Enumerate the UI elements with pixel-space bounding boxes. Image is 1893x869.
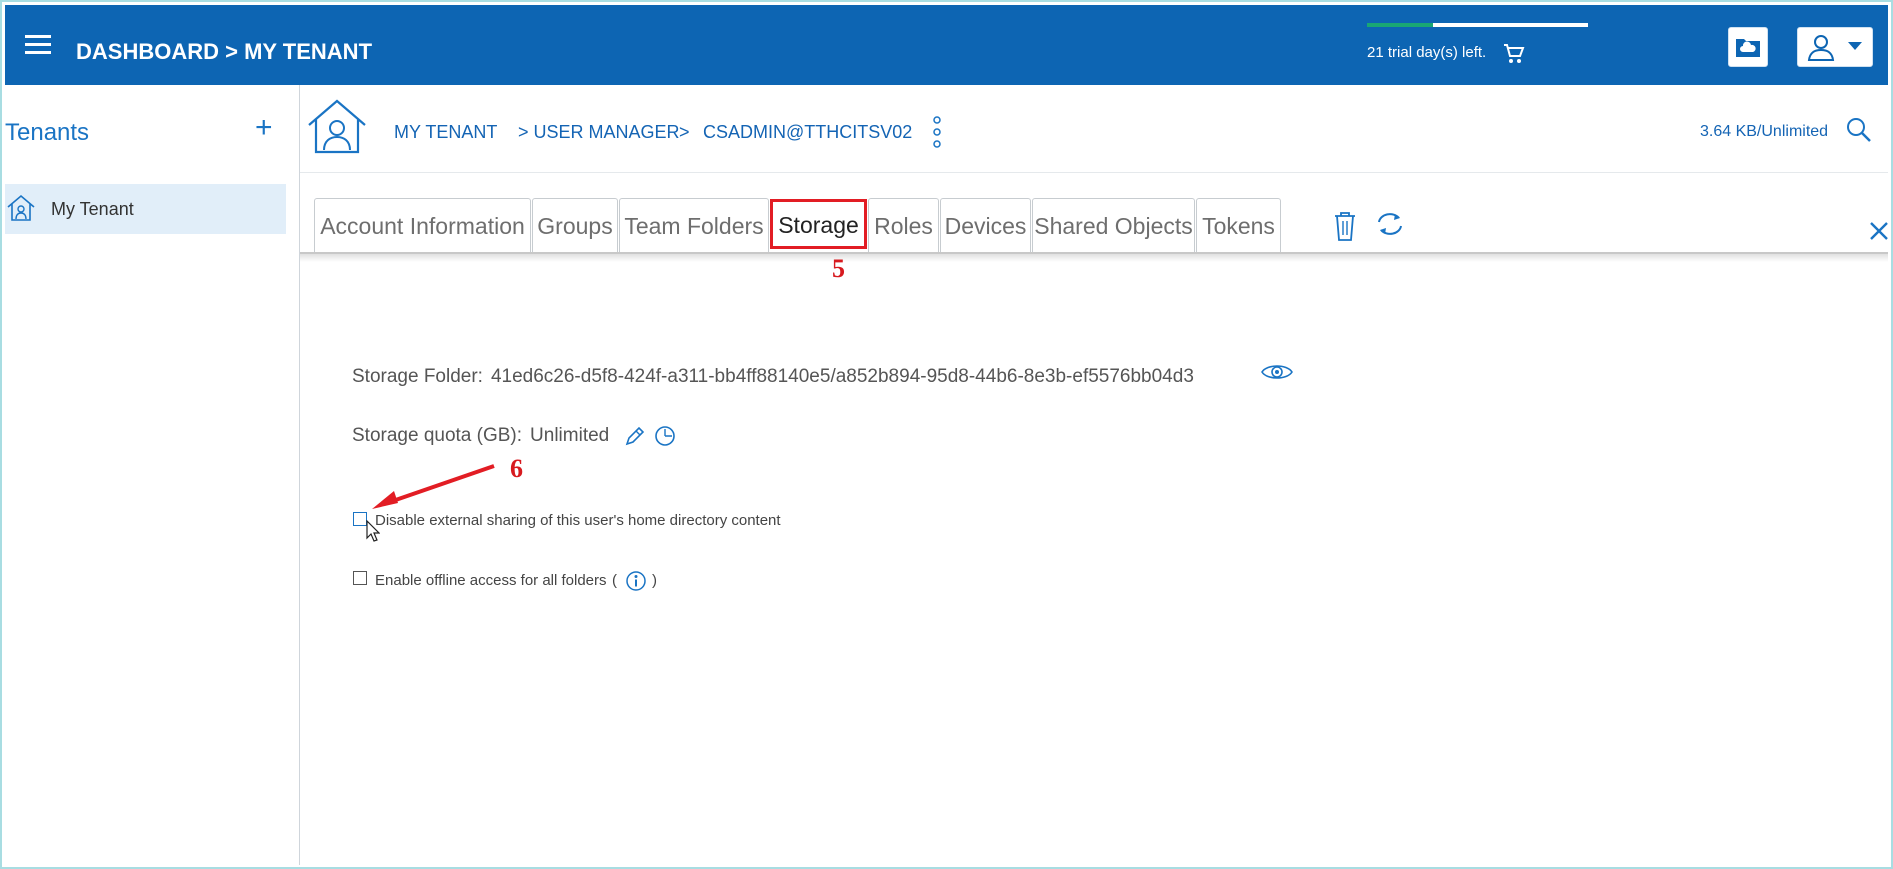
trial-progress-bar <box>1367 23 1588 27</box>
offline-paren-close: ) <box>652 572 657 589</box>
trial-days-text: 21 trial day(s) left. <box>1367 44 1487 61</box>
user-home-icon <box>308 99 366 154</box>
menu-icon[interactable] <box>25 35 51 57</box>
storage-folder-label: Storage Folder: <box>352 366 483 387</box>
top-breadcrumb: DASHBOARD > MY TENANT <box>76 39 373 64</box>
user-menu-button[interactable] <box>1797 27 1873 67</box>
tab-account-information[interactable]: Account Information <box>314 198 531 252</box>
annotation-step-6: 6 <box>510 454 523 483</box>
cart-icon[interactable] <box>1502 42 1526 66</box>
search-icon[interactable] <box>1846 117 1872 143</box>
annotation-arrow <box>372 464 495 509</box>
quota-usage-text: 3.64 KB/Unlimited <box>1700 123 1829 140</box>
eye-icon[interactable] <box>1261 361 1293 383</box>
close-icon[interactable] <box>1868 220 1890 242</box>
refresh-icon[interactable] <box>1374 210 1406 238</box>
tab-team-folders[interactable]: Team Folders <box>619 198 769 252</box>
storage-quota-row: Storage quota (GB): Unlimited <box>352 425 609 447</box>
offline-access-label[interactable]: Enable offline access for all folders <box>375 572 607 589</box>
cloud-folder-icon <box>1736 39 1760 57</box>
storage-folder-value: 41ed6c26-d5f8-424f-a311-bb4ff88140e5/a85… <box>490 366 1194 387</box>
cloud-folder-button[interactable] <box>1728 27 1768 67</box>
sidebar: Tenants + My Tenant <box>5 85 300 865</box>
crumb-separator: > <box>679 122 690 142</box>
caret-down-icon <box>1848 42 1862 50</box>
tab-roles[interactable]: Roles <box>868 198 939 252</box>
tab-groups[interactable]: Groups <box>532 198 618 252</box>
disable-sharing-label[interactable]: Disable external sharing of this user's … <box>375 512 781 529</box>
sidebar-item-label: My Tenant <box>51 199 134 219</box>
edit-icon[interactable] <box>624 425 646 447</box>
tab-shared-objects[interactable]: Shared Objects <box>1032 198 1195 252</box>
sidebar-title: Tenants <box>5 119 90 146</box>
add-tenant-button[interactable]: + <box>255 111 273 145</box>
sidebar-item-my-tenant[interactable]: My Tenant <box>5 184 286 234</box>
reset-quota-icon[interactable] <box>654 425 676 447</box>
user-icon <box>1807 35 1835 61</box>
trash-icon[interactable] <box>1333 210 1357 242</box>
crumb-user-manager[interactable]: > USER MANAGER <box>518 122 680 143</box>
offline-access-checkbox[interactable] <box>353 571 367 585</box>
home-icon <box>7 194 35 221</box>
tab-devices[interactable]: Devices <box>940 198 1031 252</box>
more-options-icon[interactable] <box>933 116 941 148</box>
tab-storage[interactable]: Storage <box>770 199 867 249</box>
crumb-my-tenant[interactable]: MY TENANT <box>394 122 497 143</box>
crumb-user: CSADMIN@TTHCITSV02 <box>703 122 913 142</box>
header-divider <box>300 172 1888 173</box>
info-icon[interactable] <box>625 570 647 592</box>
storage-quota-label: Storage quota (GB): <box>352 425 523 446</box>
offline-paren-open: ( <box>612 572 617 589</box>
annotation-step-5: 5 <box>832 254 845 283</box>
storage-quota-value: Unlimited <box>530 425 610 446</box>
disable-sharing-checkbox[interactable] <box>353 512 367 526</box>
storage-folder-row: Storage Folder: 41ed6c26-d5f8-424f-a311-b… <box>352 366 1194 388</box>
top-bar: DASHBOARD > MY TENANT 21 trial day(s) le… <box>5 5 1888 85</box>
trial-progress-fill <box>1367 23 1434 27</box>
tab-tokens[interactable]: Tokens <box>1196 198 1281 252</box>
